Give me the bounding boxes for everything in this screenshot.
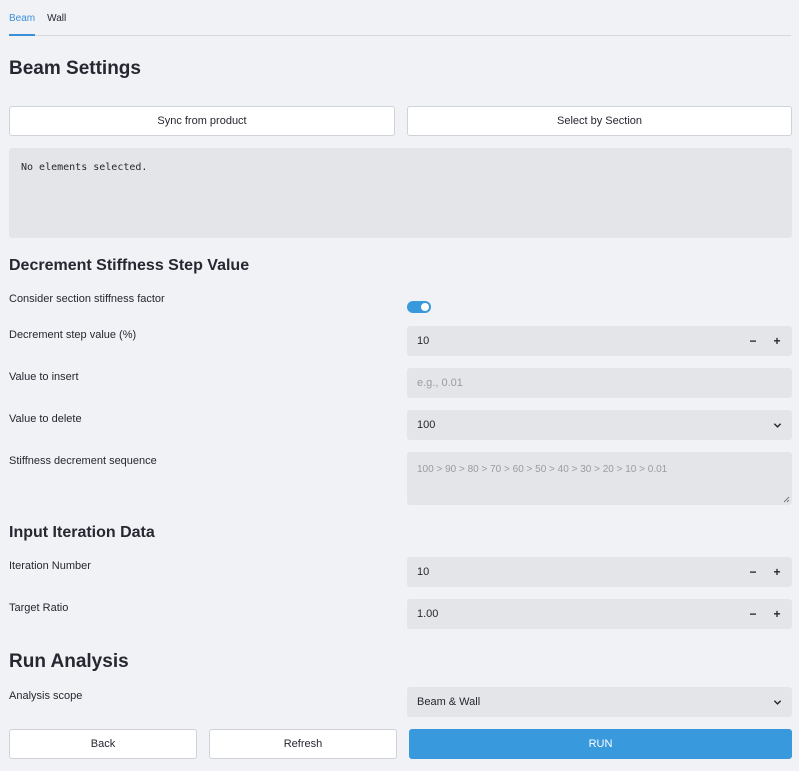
step-value: 10 — [417, 335, 430, 347]
selection-info: No elements selected. — [9, 148, 792, 238]
increment-button[interactable]: + — [772, 565, 782, 579]
section-heading-run: Run Analysis — [9, 651, 129, 672]
beam-settings-page: Beam Wall Beam Settings Sync from produc… — [0, 0, 799, 771]
insert-value-input[interactable]: e.g., 0.01 — [407, 368, 792, 398]
tab-bar: Beam Wall — [9, 0, 791, 36]
delete-value: 100 — [417, 419, 436, 431]
target-ratio-label: Target Ratio — [9, 602, 69, 614]
ratio-stepper: − + — [748, 607, 782, 621]
increment-button[interactable]: + — [772, 607, 782, 621]
step-value-input[interactable]: 10 − + — [407, 326, 792, 356]
target-ratio-input[interactable]: 1.00 − + — [407, 599, 792, 629]
run-button[interactable]: RUN — [409, 729, 792, 759]
target-ratio: 1.00 — [417, 608, 439, 620]
consider-stiffness-toggle[interactable] — [407, 301, 431, 313]
consider-stiffness-label: Consider section stiffness factor — [9, 293, 165, 305]
step-value-stepper: − + — [748, 334, 782, 348]
insert-value-placeholder: e.g., 0.01 — [417, 377, 463, 389]
delete-value-label: Value to delete — [9, 413, 82, 425]
analysis-scope: Beam & Wall — [417, 696, 481, 708]
tab-beam[interactable]: Beam — [9, 0, 36, 36]
iteration-number-input[interactable]: 10 − + — [407, 557, 792, 587]
section-heading-decrement: Decrement Stiffness Step Value — [9, 257, 250, 274]
resize-handle-icon[interactable] — [782, 495, 790, 503]
analysis-scope-select[interactable]: Beam & Wall — [407, 687, 792, 717]
decrement-button[interactable]: − — [748, 607, 758, 621]
analysis-scope-label: Analysis scope — [9, 690, 83, 702]
iteration-number-label: Iteration Number — [9, 560, 91, 572]
iteration-stepper: − + — [748, 565, 782, 579]
sequence-placeholder: 100 > 90 > 80 > 70 > 60 > 50 > 40 > 30 >… — [417, 464, 668, 475]
sequence-label: Stiffness decrement sequence — [9, 455, 157, 467]
select-by-section-button[interactable]: Select by Section — [407, 106, 792, 136]
increment-button[interactable]: + — [772, 334, 782, 348]
step-value-label: Decrement step value (%) — [9, 329, 137, 341]
sequence-textarea[interactable]: 100 > 90 > 80 > 70 > 60 > 50 > 40 > 30 >… — [407, 452, 792, 505]
decrement-button[interactable]: − — [748, 334, 758, 348]
toggle-knob — [421, 303, 429, 311]
delete-value-select[interactable]: 100 — [407, 410, 792, 440]
chevron-down-icon[interactable] — [773, 421, 782, 430]
chevron-down-icon[interactable] — [773, 698, 782, 707]
page-title: Beam Settings — [9, 58, 141, 79]
decrement-button[interactable]: − — [748, 565, 758, 579]
back-button[interactable]: Back — [9, 729, 197, 759]
iteration-number: 10 — [417, 566, 430, 578]
insert-value-label: Value to insert — [9, 371, 79, 383]
sync-from-product-button[interactable]: Sync from product — [9, 106, 395, 136]
tab-wall[interactable]: Wall — [47, 0, 66, 35]
section-heading-iteration: Input Iteration Data — [9, 524, 155, 541]
refresh-button[interactable]: Refresh — [209, 729, 397, 759]
